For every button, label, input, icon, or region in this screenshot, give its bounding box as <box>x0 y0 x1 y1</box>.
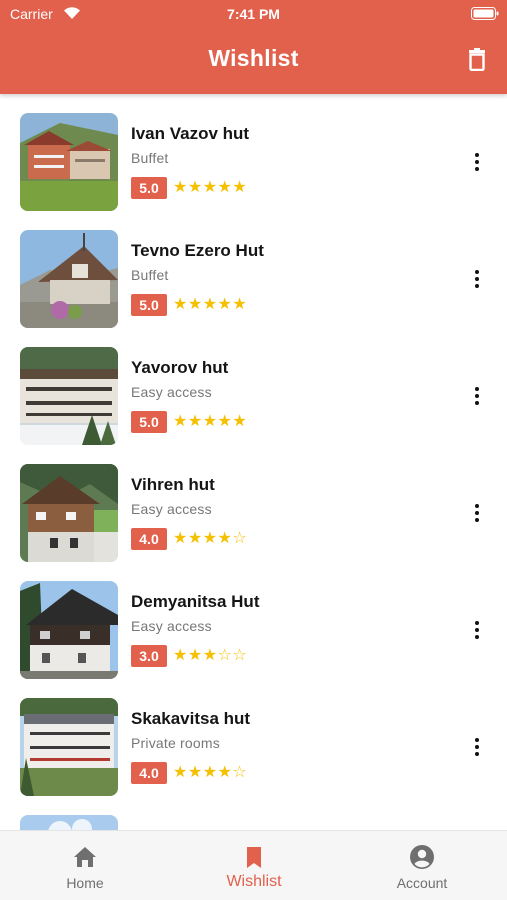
hut-photo <box>20 113 118 211</box>
hut-subtitle: Buffet <box>131 150 169 166</box>
list-item-partial[interactable] <box>0 815 507 830</box>
list-item[interactable]: Tevno Ezero Hut Buffet 5.0 ★★★★★ <box>0 230 507 347</box>
nav-account-label: Account <box>396 875 448 891</box>
star-rating: ★★★☆☆ <box>173 647 248 664</box>
more-vertical-icon[interactable] <box>466 501 488 527</box>
hut-subtitle: Private rooms <box>131 735 220 751</box>
hut-name: Vihren hut <box>131 475 215 494</box>
hut-name: Demyanitsa Hut <box>131 592 260 611</box>
list-item[interactable]: Ivan Vazov hut Buffet 5.0 ★★★★★ <box>0 113 507 230</box>
hut-photo <box>20 230 118 328</box>
rating-badge: 5.0 <box>131 411 167 433</box>
rating-badge: 5.0 <box>131 177 167 199</box>
bottom-nav: Home Wishlist Account <box>0 830 507 900</box>
battery-icon <box>471 7 499 20</box>
hut-photo <box>20 347 118 445</box>
star-rating: ★★★★☆ <box>173 530 248 547</box>
more-vertical-icon[interactable] <box>466 735 488 761</box>
rating-badge: 3.0 <box>131 645 167 667</box>
star-rating: ★★★★☆ <box>173 764 248 781</box>
list-item[interactable]: Vihren hut Easy access 4.0 ★★★★☆ <box>0 464 507 581</box>
list-item[interactable]: Demyanitsa Hut Easy access 3.0 ★★★☆☆ <box>0 581 507 698</box>
hut-subtitle: Easy access <box>131 501 212 517</box>
hut-subtitle: Easy access <box>131 384 212 400</box>
trash-icon[interactable] <box>466 47 488 72</box>
hut-photo <box>20 698 118 796</box>
more-vertical-icon[interactable] <box>466 618 488 644</box>
app-bar: Carrier 7:41 PM Wishlist <box>0 0 507 94</box>
list-item[interactable]: Skakavitsa hut Private rooms 4.0 ★★★★☆ <box>0 698 507 815</box>
hut-name: Tevno Ezero Hut <box>131 241 264 260</box>
star-rating: ★★★★★ <box>173 413 248 430</box>
hut-name: Ivan Vazov hut <box>131 124 250 143</box>
nav-account[interactable]: Account <box>362 831 482 900</box>
nav-wishlist[interactable]: Wishlist <box>194 831 314 900</box>
rating-badge: 4.0 <box>131 762 167 784</box>
nav-home[interactable]: Home <box>25 831 145 900</box>
more-vertical-icon[interactable] <box>466 150 488 176</box>
nav-home-label: Home <box>66 875 104 891</box>
rating-badge: 4.0 <box>131 528 167 550</box>
hut-subtitle: Easy access <box>131 618 212 634</box>
more-vertical-icon[interactable] <box>466 384 488 410</box>
list-item[interactable]: Yavorov hut Easy access 5.0 ★★★★★ <box>0 347 507 464</box>
rating-badge: 5.0 <box>131 294 167 316</box>
nav-wishlist-label: Wishlist <box>226 873 282 890</box>
page-title: Wishlist <box>208 45 299 71</box>
hut-photo <box>20 815 118 830</box>
wishlist-list[interactable]: Ivan Vazov hut Buffet 5.0 ★★★★★ Tevno Ez… <box>0 94 507 830</box>
star-rating: ★★★★★ <box>173 179 248 196</box>
clock-label: 7:41 PM <box>227 6 280 22</box>
hut-subtitle: Buffet <box>131 267 169 283</box>
hut-name: Yavorov hut <box>131 358 229 377</box>
home-icon <box>72 844 98 870</box>
bookmark-icon <box>241 844 267 870</box>
star-rating: ★★★★★ <box>173 296 248 313</box>
more-vertical-icon[interactable] <box>466 267 488 293</box>
hut-photo <box>20 581 118 679</box>
account-circle-icon <box>409 844 435 870</box>
status-bar: Carrier 7:41 PM <box>0 0 507 28</box>
hut-photo <box>20 464 118 562</box>
hut-name: Skakavitsa hut <box>131 709 251 728</box>
